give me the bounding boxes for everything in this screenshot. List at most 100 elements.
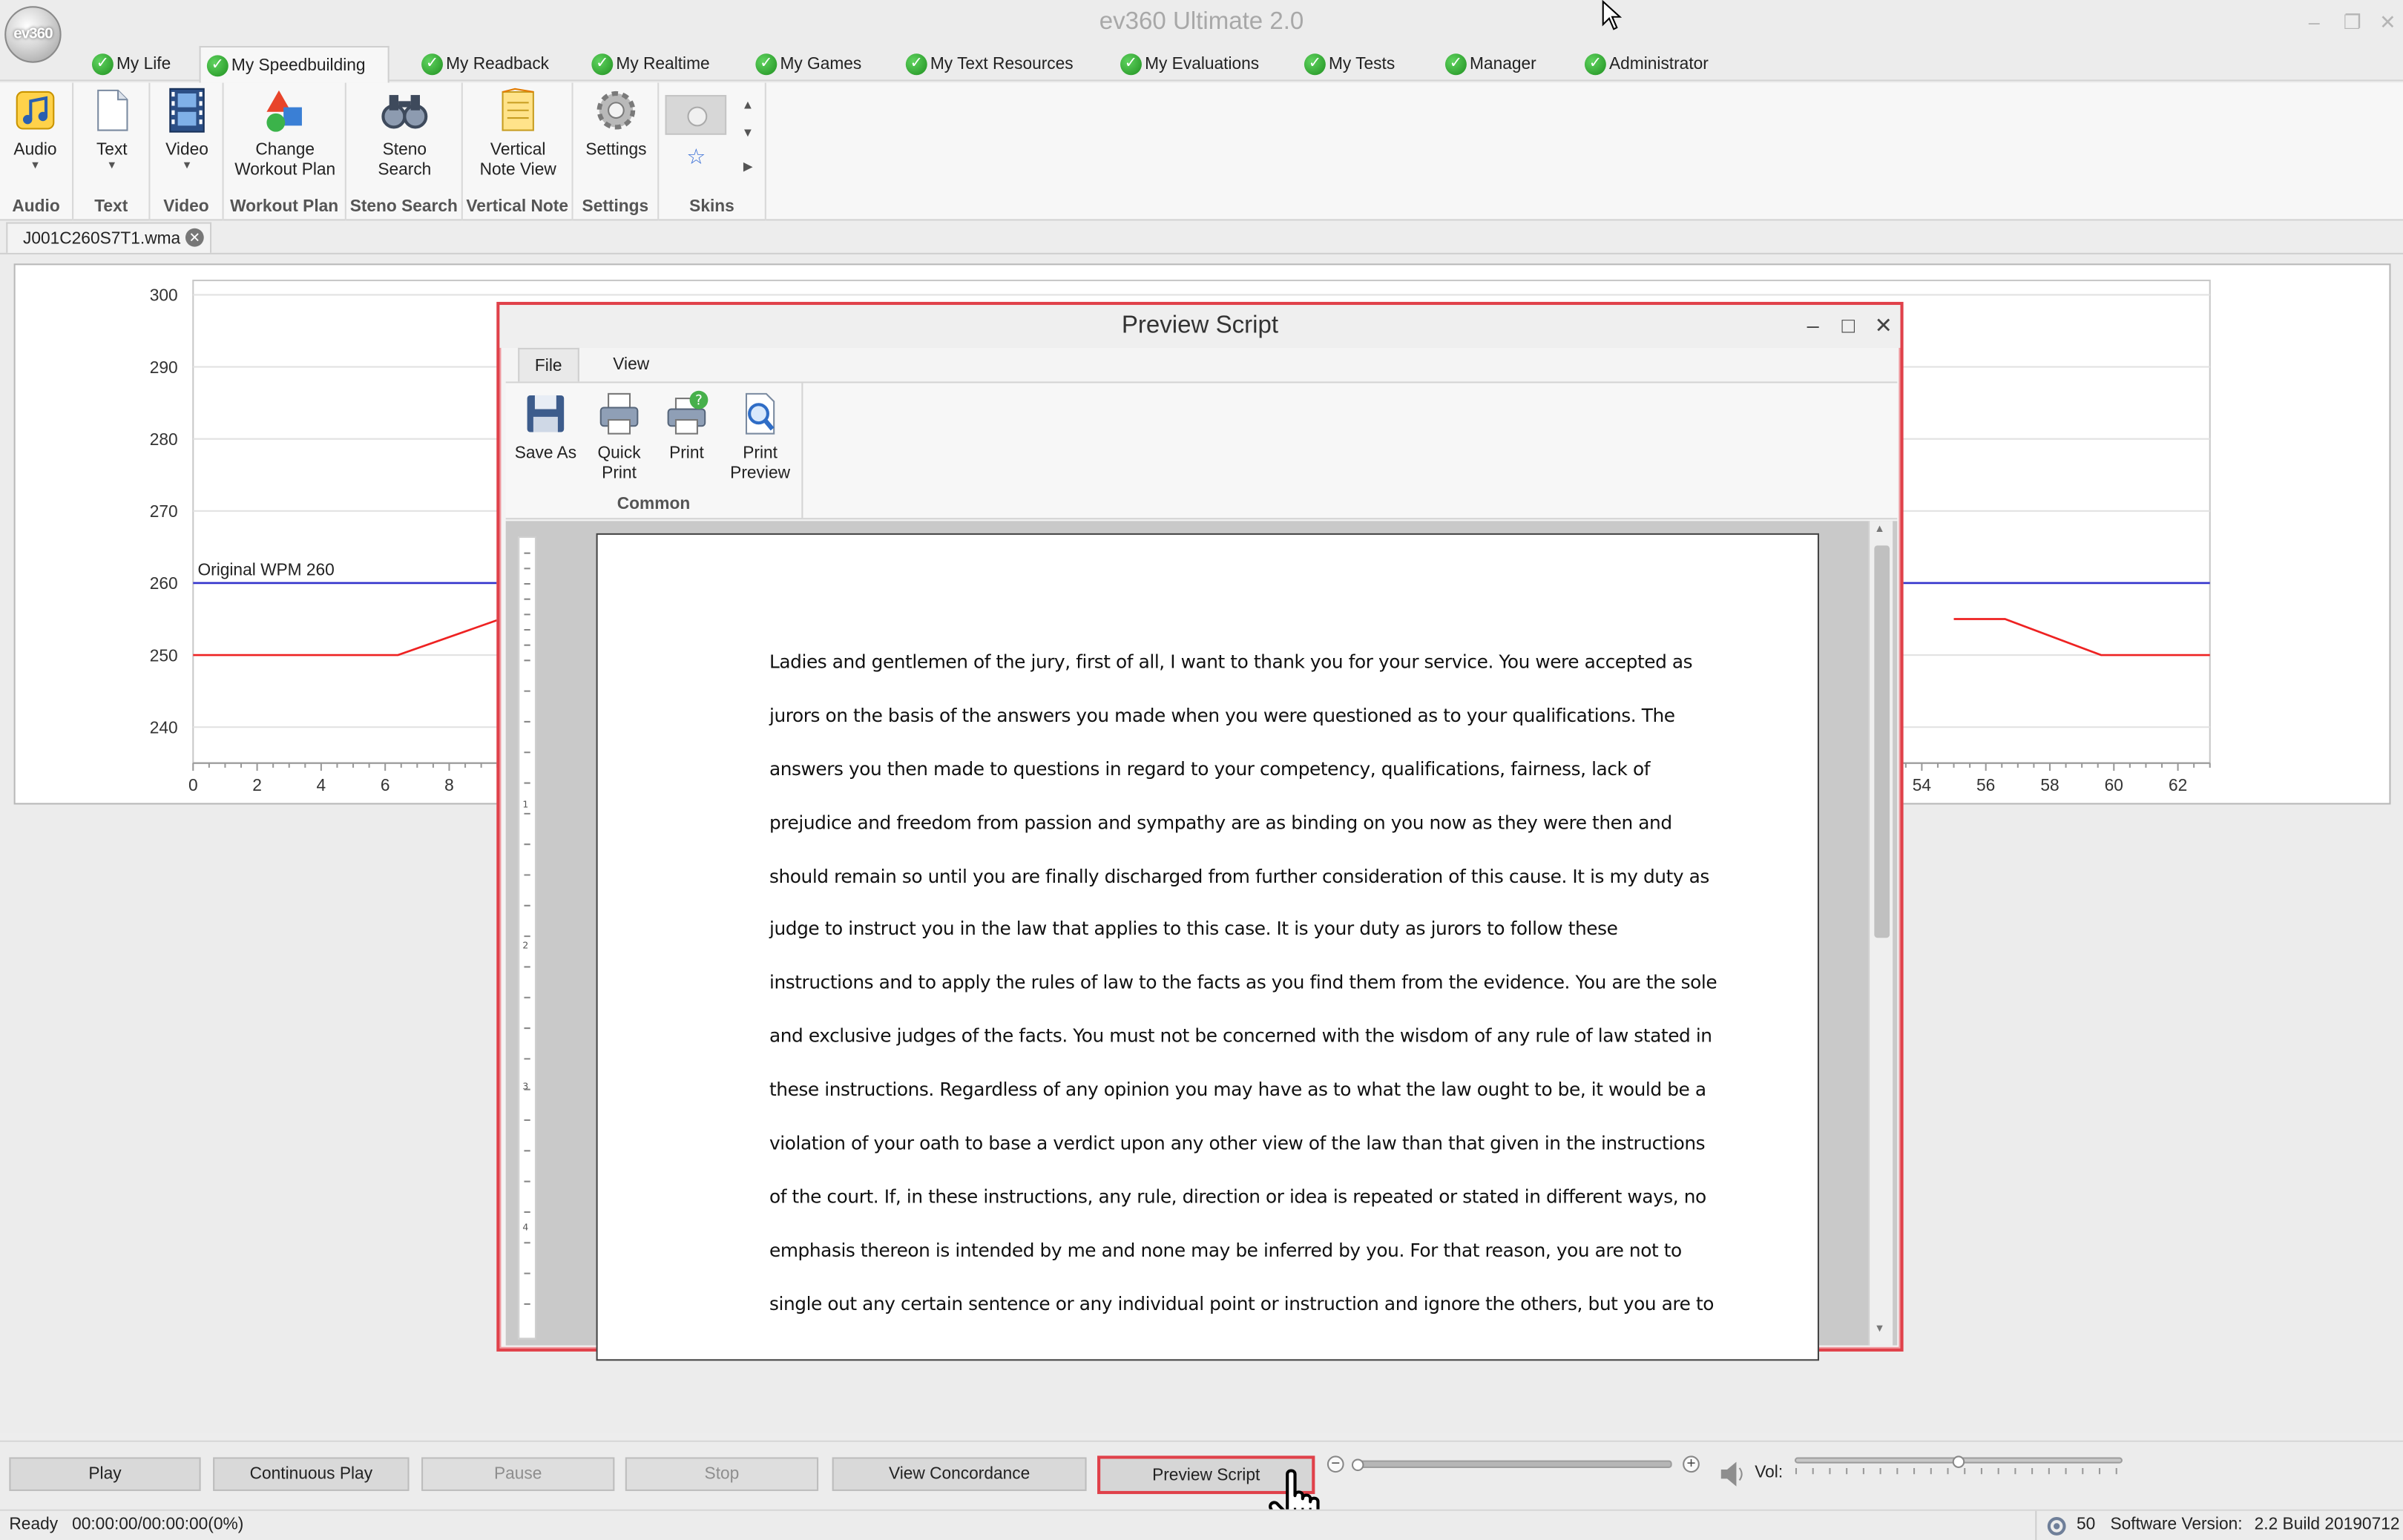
x-tick-label: 56 — [1976, 775, 1995, 794]
software-version-label: Software Version: — [2110, 1515, 2243, 1534]
position-slider-knob[interactable] — [1351, 1458, 1364, 1472]
audio-button[interactable]: Audio ▼ — [6, 86, 64, 173]
script-line: jurors on the basis of the answers you m… — [769, 704, 1675, 726]
x-tick-label: 0 — [188, 775, 198, 794]
speaker-icon[interactable] — [1718, 1459, 1749, 1490]
script-line: and exclusive judges of the facts. You m… — [769, 1025, 1712, 1047]
check-icon: ✓ — [421, 53, 443, 75]
tab-manager[interactable]: ✓ Manager — [1439, 46, 1545, 82]
tab-label: My Life — [116, 54, 171, 73]
tab-my-speedbuilding[interactable]: ✓ My Speedbuilding — [199, 45, 389, 83]
ribbon-group-settings: Settings Settings — [573, 82, 660, 221]
skin-gallery-item-selected[interactable] — [665, 95, 727, 135]
close-tab-icon[interactable]: ✕ — [185, 228, 204, 247]
printer-icon — [599, 392, 639, 435]
gear-icon — [596, 91, 636, 130]
y-tick-label: 300 — [150, 286, 178, 305]
close-icon[interactable]: ✕ — [2373, 10, 2403, 35]
network-icon — [2047, 1517, 2066, 1536]
software-version: 2.2 Build 20190712 — [2254, 1515, 2400, 1534]
document-tab-label: J001C260S7T1.wma — [22, 228, 181, 248]
star-skin-icon[interactable]: ☆ — [686, 144, 706, 170]
scroll-down-icon[interactable]: ▼ — [1874, 1324, 1884, 1335]
y-tick-label: 270 — [150, 501, 178, 521]
dropdown-arrow-icon: ▼ — [106, 159, 117, 171]
skin-circle-icon — [687, 106, 708, 127]
script-line: single out any certain sentence or any i… — [769, 1292, 1715, 1314]
dialog-maximize-icon[interactable]: □ — [1835, 312, 1862, 337]
svg-text:?: ? — [695, 392, 703, 408]
tab-my-evaluations[interactable]: ✓ My Evaluations — [1114, 46, 1269, 82]
text-button-label: Text — [96, 141, 128, 159]
change-workout-plan-button[interactable]: Change Workout Plan — [227, 86, 343, 180]
text-button[interactable]: Text ▼ — [83, 86, 141, 173]
playback-bar: Play Continuous Play Pause Stop View Con… — [0, 1440, 2403, 1510]
vertical-scrollbar[interactable]: ▲ ▼ — [1868, 521, 1893, 1346]
dialog-ribbon: Save As Quick Print ? Print Print Previe… — [505, 381, 1898, 520]
scroll-up-icon[interactable]: ▲ — [1874, 524, 1884, 534]
steno-search-button[interactable]: Steno Search — [374, 86, 435, 180]
tab-label: My Text Resources — [930, 54, 1074, 73]
tab-file[interactable]: File — [518, 347, 579, 382]
video-button[interactable]: Video ▼ — [158, 86, 216, 173]
volume-label: Vol: — [1755, 1463, 1784, 1482]
tab-administrator[interactable]: ✓ Administrator — [1579, 46, 1718, 82]
position-slider[interactable] — [1353, 1460, 1672, 1468]
workout-group-label: Workout Plan — [230, 197, 339, 217]
continuous-play-button[interactable]: Continuous Play — [213, 1457, 410, 1491]
print-preview-button[interactable]: Print Preview — [726, 389, 794, 483]
settings-button-label: Settings — [585, 141, 647, 159]
document-icon — [97, 89, 128, 131]
tab-my-tests[interactable]: ✓ My Tests — [1298, 46, 1404, 82]
ruler-mark-4: 4 — [522, 1222, 528, 1233]
y-tick-label: 240 — [150, 717, 178, 737]
settings-button[interactable]: Settings — [579, 86, 653, 160]
audio-button-label: Audio — [13, 141, 57, 159]
dialog-minimize-icon[interactable]: – — [1799, 312, 1827, 337]
preview-page: Ladies and gentlemen of the jury, first … — [596, 533, 1819, 1361]
tab-my-life[interactable]: ✓ My Life — [86, 46, 180, 82]
app-logo[interactable]: ev360 — [4, 6, 62, 63]
pause-button[interactable]: Pause — [421, 1457, 615, 1491]
ribbon-group-common: Save As Quick Print ? Print Print Previe… — [506, 383, 803, 519]
ribbon-group-workout-plan: Change Workout Plan Workout Plan — [224, 82, 346, 221]
video-group-label: Video — [163, 197, 209, 217]
tab-my-readback[interactable]: ✓ My Readback — [415, 46, 559, 82]
film-strip-icon — [169, 88, 205, 133]
restore-icon[interactable]: ❐ — [2337, 10, 2367, 35]
view-concordance-button[interactable]: View Concordance — [832, 1457, 1087, 1491]
x-tick-label: 2 — [252, 775, 262, 794]
script-text[interactable]: Ladies and gentlemen of the jury, first … — [769, 650, 1750, 1345]
dialog-close-icon[interactable]: ✕ — [1870, 312, 1897, 338]
tab-my-text-resources[interactable]: ✓ My Text Resources — [900, 46, 1082, 82]
zoom-in-icon[interactable]: + — [1683, 1455, 1700, 1473]
volume-slider-knob[interactable] — [1952, 1455, 1965, 1468]
steno-group-label: Steno Search — [349, 197, 458, 217]
scrollbar-thumb[interactable] — [1874, 545, 1890, 938]
tab-my-games[interactable]: ✓ My Games — [749, 46, 871, 82]
print-button[interactable]: ? Print — [653, 389, 720, 464]
play-button[interactable]: Play — [9, 1457, 201, 1491]
save-as-button[interactable]: Save As — [512, 389, 579, 464]
dropdown-arrow-icon: ▼ — [181, 159, 193, 171]
mouse-cursor-icon — [1602, 0, 1623, 30]
main-tab-bar: ✓ My Life ✓ My Speedbuilding ✓ My Readback … — [0, 45, 2403, 83]
script-line: violation of your oath to base a verdict… — [769, 1132, 1706, 1154]
gallery-down-icon[interactable]: ▼ — [742, 125, 754, 139]
vertical-note-view-button[interactable]: Vertical Note View — [475, 86, 561, 180]
gallery-up-icon[interactable]: ▲ — [742, 98, 754, 112]
tab-my-realtime[interactable]: ✓ My Realtime — [585, 46, 719, 82]
tab-view[interactable]: View — [598, 348, 665, 381]
check-icon: ✓ — [591, 53, 614, 75]
ribbon-group-steno-search: Steno Search Steno Search — [346, 82, 463, 221]
gallery-expand-icon[interactable]: ▶ — [743, 159, 753, 174]
document-tab[interactable]: J001C260S7T1.wma ✕ — [6, 222, 212, 253]
skins-group-label: Skins — [689, 197, 734, 217]
stop-button[interactable]: Stop — [625, 1457, 819, 1491]
y-tick-label: 260 — [150, 573, 178, 593]
quick-print-button[interactable]: Quick Print — [585, 389, 653, 483]
minimize-icon[interactable]: – — [2299, 10, 2330, 33]
shapes-icon — [266, 90, 302, 132]
ruler-ticks: 1 2 3 4 — [522, 552, 530, 1305]
vertical-ruler: 1 2 3 4 — [518, 536, 536, 1340]
